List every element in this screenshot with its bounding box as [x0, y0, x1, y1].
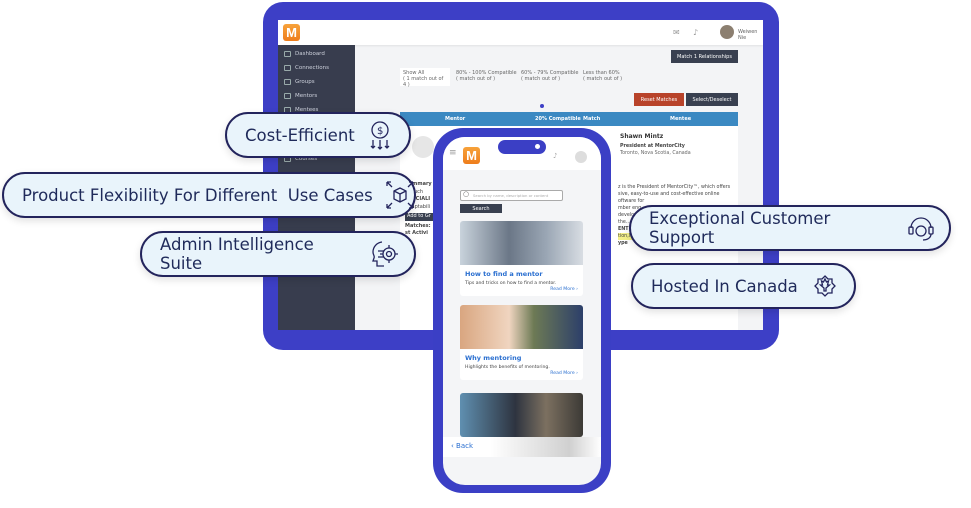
- label: Admin Intelligence Suite: [160, 235, 314, 273]
- bell-icon[interactable]: ♪: [693, 28, 698, 37]
- article-card[interactable]: How to find a mentor Tips and tricks on …: [460, 221, 583, 296]
- card-image: [460, 221, 583, 265]
- logo[interactable]: M: [283, 24, 300, 41]
- search-input[interactable]: Search by name, description or content: [460, 190, 563, 201]
- card-title[interactable]: How to find a mentor: [460, 265, 583, 281]
- mobile-screen: ≡ M ♪ Search by name, description or con…: [443, 137, 601, 485]
- feature-customer-support: Exceptional Customer Support: [629, 205, 951, 251]
- headset-icon: [908, 217, 934, 241]
- read-more-link[interactable]: Read More ›: [460, 370, 583, 380]
- article-card[interactable]: Why mentoring Highlights the benefits of…: [460, 305, 583, 380]
- back-bar: ‹ Back: [443, 437, 601, 457]
- maple-leaf-badge-icon: [813, 275, 836, 297]
- feature-hosted-canada: Hosted In Canada: [631, 263, 856, 309]
- menu-icon[interactable]: ≡: [449, 148, 457, 158]
- mentee-title: President at MentorCity: [620, 144, 685, 149]
- label: Connections: [295, 65, 329, 71]
- feature-cost-efficient: Cost-Efficient $: [225, 112, 411, 158]
- label: Mentors: [295, 93, 318, 99]
- connections-icon: [284, 65, 291, 71]
- label: Product Flexibility For Different Use Ca…: [22, 185, 373, 205]
- select-deselect-button[interactable]: Select/Deselect: [686, 93, 738, 106]
- sub: ( 1 match out of 4 ): [403, 76, 444, 88]
- table-header: Mentor 20% Compatible Match Mentee: [400, 112, 738, 126]
- head-gear-icon: [372, 241, 398, 267]
- read-more-link[interactable]: Read More ›: [460, 286, 583, 296]
- col-match[interactable]: Match: [583, 116, 600, 122]
- mentor-avatar: [412, 136, 434, 158]
- dashboard-icon: [284, 51, 291, 57]
- search-icon: ○: [463, 190, 470, 198]
- filter-less-60[interactable]: Less than 60%( match out of ): [583, 70, 622, 82]
- card-title[interactable]: Why mentoring: [460, 349, 583, 365]
- sidebar-item-dashboard[interactable]: Dashboard: [284, 51, 325, 57]
- cost-icon: $: [370, 121, 390, 150]
- groups-icon: [284, 79, 291, 85]
- label: Groups: [295, 79, 315, 85]
- mentee-name[interactable]: Shawn Mintz: [620, 133, 663, 140]
- sub: ( match out of ): [521, 76, 561, 82]
- article-image: [460, 393, 583, 437]
- mail-icon[interactable]: ✉: [673, 28, 680, 37]
- bell-icon[interactable]: ♪: [553, 152, 557, 160]
- text: oftware for: [618, 199, 645, 204]
- search-button[interactable]: Search: [460, 204, 502, 213]
- match-relationships-button[interactable]: Match 1 Relationships: [671, 50, 738, 63]
- reset-matches-button[interactable]: Reset Matches: [634, 93, 684, 106]
- feature-product-flexibility: Product Flexibility For Different Use Ca…: [2, 172, 416, 218]
- sidebar-item-groups[interactable]: Groups: [284, 79, 315, 85]
- sub: ( match out of ): [583, 76, 623, 82]
- text: z is the President of MentorCity™, which…: [618, 185, 731, 190]
- label: Cost-Efficient: [245, 125, 355, 145]
- top-bar: M ✉ ♪ Weiwen Nie: [278, 20, 763, 45]
- back-button[interactable]: ‹ Back: [451, 442, 473, 450]
- add-to-group-button[interactable]: Add to Gr: [405, 213, 433, 221]
- avatar[interactable]: [720, 25, 734, 39]
- filter-80-100[interactable]: 80% - 100% Compatible( match out of ): [456, 70, 517, 82]
- col-compat: 20% Compatible: [535, 116, 581, 122]
- mobile-header: ≡ M ♪: [443, 137, 601, 170]
- avatar[interactable]: [575, 151, 587, 163]
- sidebar-item-mentors[interactable]: Mentors: [284, 93, 317, 99]
- sidebar-item-connections[interactable]: Connections: [284, 65, 329, 71]
- phone-mockup: ≡ M ♪ Search by name, description or con…: [433, 128, 611, 493]
- sub: ( match out of ): [456, 76, 496, 82]
- mentee-location: Toronto, Nova Scotia, Canada: [620, 151, 691, 156]
- text: st Activi: [405, 230, 429, 236]
- carousel-dot[interactable]: [540, 104, 544, 108]
- filter-60-79[interactable]: 60% - 79% Compatible( match out of ): [521, 70, 578, 82]
- label: Dashboard: [295, 51, 325, 57]
- label: Exceptional Customer Support: [649, 209, 831, 247]
- label: Hosted In Canada: [651, 276, 798, 296]
- svg-text:$: $: [377, 126, 383, 137]
- phone-notch: [498, 140, 546, 154]
- col-mentee: Mentee: [670, 116, 692, 122]
- card-image: [460, 305, 583, 349]
- user-name[interactable]: Weiwen Nie: [738, 29, 763, 41]
- label: Back: [456, 442, 474, 450]
- feature-admin-intelligence: Admin Intelligence Suite: [140, 231, 416, 277]
- filter-show-all[interactable]: Show All( 1 match out of 4 ): [400, 68, 450, 88]
- mentors-icon: [284, 93, 291, 99]
- text: sive, easy-to-use and cost-effective onl…: [618, 192, 720, 197]
- box-expand-icon: [386, 181, 414, 209]
- logo[interactable]: M: [463, 147, 480, 164]
- col-mentor: Mentor: [445, 116, 466, 122]
- text: Matches:: [405, 222, 431, 229]
